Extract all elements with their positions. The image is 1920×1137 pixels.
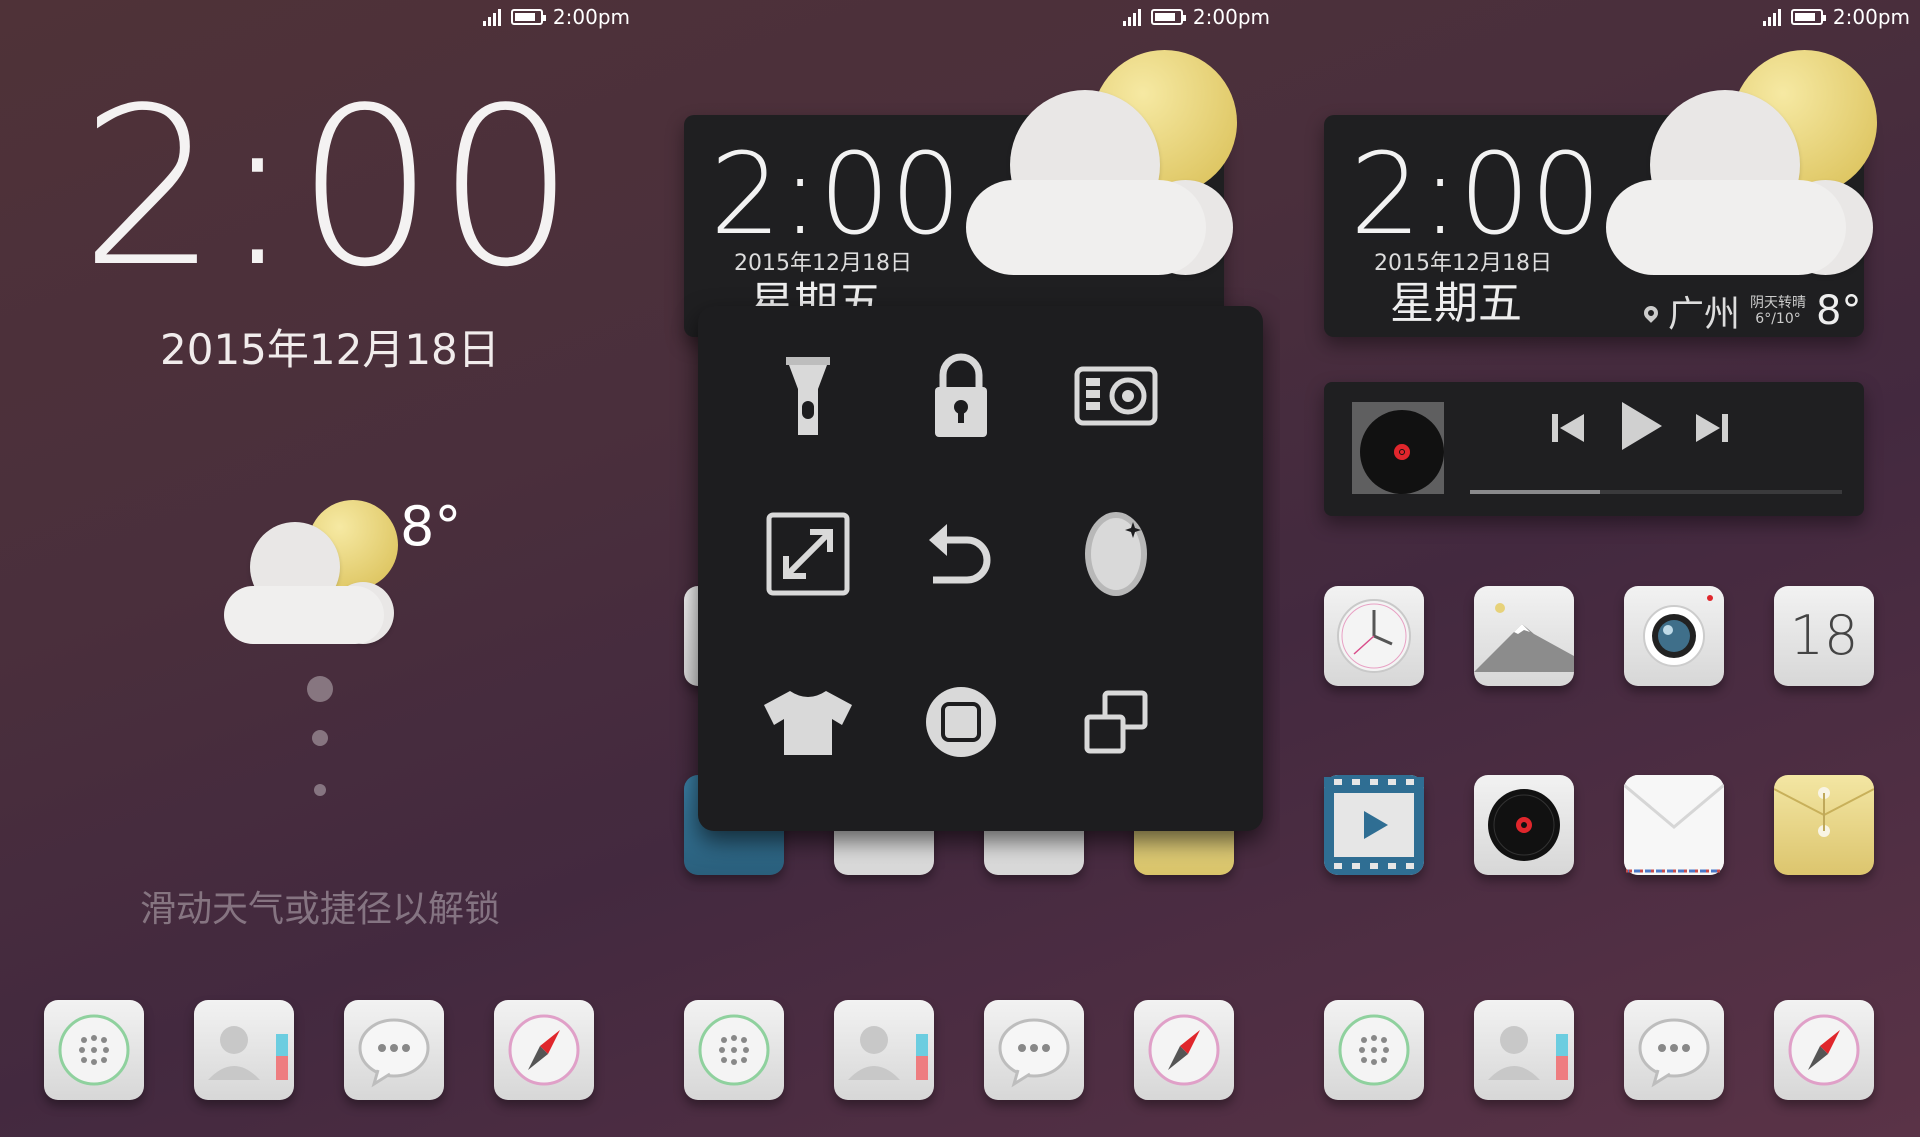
previous-track-icon[interactable] (1550, 410, 1586, 450)
widget-temperature: 8° (1816, 288, 1862, 334)
play-icon[interactable] (1618, 400, 1664, 456)
signal-icon (1122, 8, 1141, 26)
lock-temperature: 8° (400, 495, 462, 558)
album-cover[interactable] (1352, 402, 1444, 494)
flashlight-icon[interactable] (748, 336, 868, 456)
lock-screen-panel: 2:00pm 2:00 2015年12月18日 8° 滑动天气或捷径以解锁 (0, 0, 640, 1137)
signal-icon (482, 8, 501, 26)
condition-text: 阴天转晴 (1750, 295, 1807, 311)
next-track-icon[interactable] (1694, 410, 1730, 450)
home-shortcut-panel: 2:00pm 2:00 2015年12月18日 星期五 (640, 0, 1280, 1137)
battery-icon (510, 9, 546, 25)
widget-condition: 阴天转晴 6°/10° (1750, 295, 1806, 327)
undo-icon[interactable] (901, 494, 1021, 614)
widget-location: 广州 阴天转晴 6°/10° 8° (1641, 285, 1862, 337)
lock-clock: 2:00 (80, 62, 578, 315)
signal-icon (1762, 8, 1781, 26)
weather-cloud-icon (1602, 50, 1892, 280)
home-button-icon[interactable] (901, 662, 1021, 782)
music-widget (1324, 382, 1864, 516)
widget-weekday: 星期五 (1390, 278, 1522, 329)
calendar-app-icon[interactable]: 18 (1774, 586, 1874, 686)
contacts-app-icon[interactable] (834, 1000, 934, 1100)
lock-icon[interactable] (901, 336, 1021, 456)
messages-app-icon[interactable] (1624, 1000, 1724, 1100)
multitask-icon[interactable] (1056, 662, 1176, 782)
widget-time: 2:00 (1350, 130, 1602, 260)
shortcut-popup (698, 306, 1263, 831)
phone-app-icon[interactable] (1324, 1000, 1424, 1100)
video-app-icon[interactable] (1324, 775, 1424, 875)
notes-app-icon[interactable] (1774, 775, 1874, 875)
widget-time: 2:00 (710, 130, 962, 260)
status-time: 2:00pm (1192, 5, 1270, 29)
music-app-icon[interactable] (1474, 775, 1574, 875)
status-time: 2:00pm (1832, 5, 1910, 29)
radio-icon[interactable] (1056, 336, 1176, 456)
status-time: 2:00pm (552, 5, 630, 29)
weather-cloud-icon (962, 50, 1252, 280)
mirror-icon[interactable] (1056, 494, 1176, 614)
contacts-app-icon[interactable] (194, 1000, 294, 1100)
browser-compass-icon[interactable] (1134, 1000, 1234, 1100)
status-bar: 2:00pm (0, 0, 640, 34)
lock-date: 2015年12月18日 (160, 325, 500, 374)
fullscreen-icon[interactable] (748, 494, 868, 614)
theme-shirt-icon[interactable] (748, 662, 868, 782)
messages-app-icon[interactable] (344, 1000, 444, 1100)
vinyl-record-icon (1360, 410, 1444, 494)
music-progress-bar[interactable] (1470, 490, 1842, 494)
browser-compass-icon[interactable] (1774, 1000, 1874, 1100)
mail-app-icon[interactable] (1624, 775, 1724, 875)
phone-app-icon[interactable] (44, 1000, 144, 1100)
calendar-day: 18 (1789, 604, 1859, 667)
status-bar: 2:00pm (1280, 0, 1920, 34)
messages-app-icon[interactable] (984, 1000, 1084, 1100)
phone-app-icon[interactable] (684, 1000, 784, 1100)
contacts-app-icon[interactable] (1474, 1000, 1574, 1100)
widget-city: 广州 (1668, 294, 1741, 335)
weather-cloud-icon[interactable] (220, 500, 410, 650)
battery-icon (1790, 9, 1826, 25)
browser-compass-icon[interactable] (494, 1000, 594, 1100)
camera-app-icon[interactable] (1624, 586, 1724, 686)
location-pin-icon (1641, 303, 1661, 323)
status-bar: 2:00pm (640, 0, 1280, 34)
temperature-range: 6°/10° (1755, 311, 1801, 327)
unlock-hint: 滑动天气或捷径以解锁 (139, 889, 500, 930)
battery-icon (1150, 9, 1186, 25)
gallery-app-icon[interactable] (1474, 586, 1574, 686)
clock-app-icon[interactable] (1324, 586, 1424, 686)
home-screen-panel: 2:00pm 2:00 2015年12月18日 星期五 广州 阴天转晴 6°/1… (1280, 0, 1920, 1137)
